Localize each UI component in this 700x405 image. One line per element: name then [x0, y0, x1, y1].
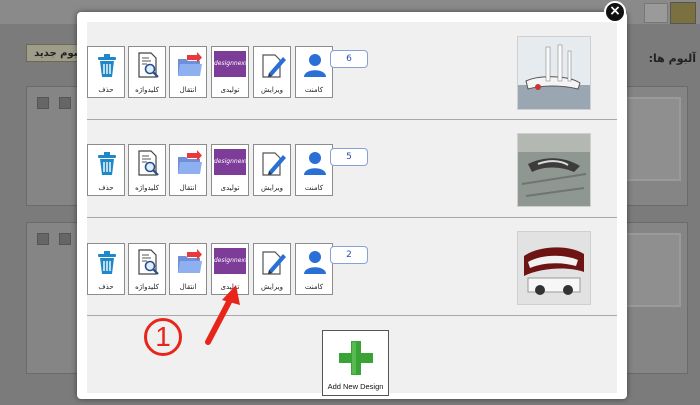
pencil-icon: [262, 54, 286, 78]
delete-label: حذف: [98, 184, 114, 192]
comment-button[interactable]: کامنت: [295, 144, 333, 196]
comment-button[interactable]: کامنت: [295, 243, 333, 295]
edit-button[interactable]: ویرایش: [253, 46, 291, 98]
add-new-design-label: Add New Design: [327, 382, 384, 391]
comment-label: کامنت: [304, 86, 324, 94]
design-image: [518, 37, 590, 109]
pencil-icon: [59, 233, 71, 245]
comment-label: کامنت: [304, 283, 324, 291]
add-new-design-button[interactable]: Add New Design: [322, 330, 389, 396]
home-icon: [644, 3, 668, 23]
design-thumbnail[interactable]: [517, 231, 591, 305]
transfer-button[interactable]: انتقال: [169, 46, 207, 98]
keywords-button[interactable]: کلیدواژه: [128, 144, 166, 196]
trash-icon: [98, 54, 116, 77]
comment-button[interactable]: کامنت: [295, 46, 333, 98]
keywords-label: کلیدواژه: [135, 184, 159, 192]
design-thumbnail[interactable]: [517, 36, 591, 110]
user-icon: [304, 251, 326, 274]
transfer-label: انتقال: [179, 184, 197, 192]
comment-count-badge: 2: [330, 246, 368, 264]
designnext-logo: designnext: [214, 248, 248, 274]
delete-button[interactable]: حذف: [87, 144, 125, 196]
trash-icon: [37, 97, 49, 109]
designnext-logo: designnext: [214, 51, 248, 77]
plus-icon: [339, 341, 373, 375]
delete-label: حذف: [98, 283, 114, 291]
design-row: حذف کلیدواژه انتقال designnext تولیدی وی…: [87, 120, 617, 218]
folder-transfer-icon: [178, 249, 202, 273]
edit-label: ویرایش: [260, 283, 283, 291]
design-image: [518, 232, 590, 304]
pencil-icon: [262, 251, 286, 275]
design-image: [518, 134, 590, 206]
designnext-logo: designnext: [214, 149, 248, 175]
design-actions: حذف کلیدواژه انتقال designnext تولیدی وی…: [87, 218, 467, 316]
design-row: حذف کلیدواژه انتقال designnext تولیدی وی…: [87, 22, 617, 120]
designnext-logo-text: designnext: [214, 158, 248, 165]
transfer-label: انتقال: [179, 86, 197, 94]
designnext-logo-text: designnext: [214, 257, 248, 264]
delete-label: حذف: [98, 86, 114, 94]
production-button[interactable]: designnext تولیدی: [211, 144, 249, 196]
production-label: تولیدی: [220, 184, 240, 192]
keywords-label: کلیدواژه: [135, 86, 159, 94]
user-icon: [304, 54, 326, 77]
document-search-icon: [138, 249, 159, 275]
user-icon: [304, 152, 326, 175]
trash-icon: [98, 152, 116, 175]
avatar: [670, 2, 696, 24]
edit-label: ویرایش: [260, 184, 283, 192]
folder-transfer-icon: [178, 150, 202, 174]
edit-button[interactable]: ویرایش: [253, 243, 291, 295]
design-actions: حذف کلیدواژه انتقال designnext تولیدی وی…: [87, 120, 467, 218]
annotation-arrow-icon: [205, 285, 240, 345]
row-divider: [87, 315, 617, 316]
keywords-button[interactable]: کلیدواژه: [128, 46, 166, 98]
folder-transfer-icon: [178, 52, 202, 76]
keywords-button[interactable]: کلیدواژه: [128, 243, 166, 295]
production-button[interactable]: designnext تولیدی: [211, 46, 249, 98]
edit-button[interactable]: ویرایش: [253, 144, 291, 196]
document-search-icon: [138, 150, 159, 176]
trash-icon: [98, 251, 116, 274]
delete-button[interactable]: حذف: [87, 46, 125, 98]
pencil-icon: [262, 152, 286, 176]
comment-count-badge: 5: [330, 148, 368, 166]
transfer-button[interactable]: انتقال: [169, 144, 207, 196]
design-actions: حذف کلیدواژه انتقال designnext تولیدی وی…: [87, 22, 467, 120]
delete-button[interactable]: حذف: [87, 243, 125, 295]
design-row: حذف کلیدواژه انتقال designnext تولیدی وی…: [87, 218, 617, 316]
comment-count-badge: 6: [330, 50, 368, 68]
production-label: تولیدی: [220, 86, 240, 94]
designnext-logo-text: designnext: [214, 60, 248, 67]
pencil-icon: [59, 97, 71, 109]
edit-label: ویرایش: [260, 86, 283, 94]
document-search-icon: [138, 52, 159, 78]
trash-icon: [37, 233, 49, 245]
close-modal-button[interactable]: ×: [604, 1, 626, 23]
design-thumbnail[interactable]: [517, 133, 591, 207]
annotation-step-number: 1: [144, 318, 182, 356]
comment-label: کامنت: [304, 184, 324, 192]
keywords-label: کلیدواژه: [135, 283, 159, 291]
albums-label: آلبوم ها:: [648, 52, 696, 65]
